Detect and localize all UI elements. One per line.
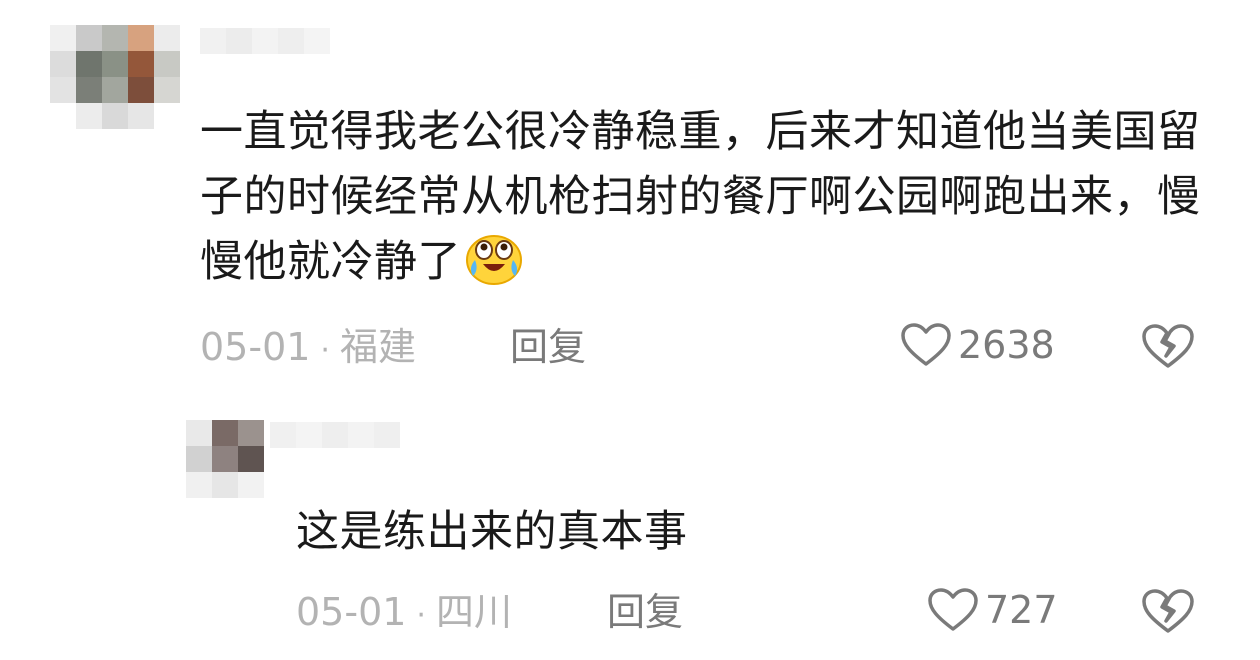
like-button[interactable]: 727 bbox=[927, 587, 1058, 633]
like-count: 727 bbox=[985, 588, 1058, 632]
heart-outline-icon bbox=[928, 588, 978, 631]
comment-date: 05-01 bbox=[296, 590, 407, 634]
reply-comment-item: 这是练出来的真本事 05-01 · 四川 回复 727 bbox=[0, 400, 1260, 660]
username-blurred[interactable] bbox=[200, 28, 360, 58]
avatar[interactable] bbox=[50, 25, 188, 130]
meta-separator: · bbox=[416, 598, 426, 633]
comment-date: 05-01 bbox=[200, 325, 311, 369]
reply-button[interactable]: 回复 bbox=[510, 325, 586, 369]
dislike-button[interactable] bbox=[1140, 322, 1196, 374]
meta-separator: · bbox=[320, 333, 330, 368]
comment-item: 一直觉得我老公很冷静稳重，后来才知道他当美国留子的时候经常从机枪扫射的餐厅啊公园… bbox=[0, 0, 1260, 400]
comment-text: 这是练出来的真本事 bbox=[296, 507, 688, 557]
comment-meta: 05-01 · 福建 bbox=[200, 325, 416, 373]
like-button[interactable]: 2638 bbox=[900, 322, 1055, 368]
username-blurred[interactable] bbox=[270, 422, 430, 452]
broken-heart-icon bbox=[1142, 324, 1194, 368]
dislike-button[interactable] bbox=[1140, 587, 1196, 639]
broken-heart-icon bbox=[1142, 589, 1194, 633]
comment-text: 一直觉得我老公很冷静稳重，后来才知道他当美国留子的时候经常从机枪扫射的餐厅啊公园… bbox=[200, 107, 1201, 287]
heart-outline-icon bbox=[901, 323, 951, 366]
comment-location: 四川 bbox=[435, 590, 512, 634]
like-count: 2638 bbox=[958, 323, 1055, 367]
comment-location: 福建 bbox=[339, 325, 416, 369]
avatar[interactable] bbox=[186, 420, 266, 500]
comment-meta: 05-01 · 四川 bbox=[296, 590, 512, 638]
laugh-cry-icon bbox=[465, 230, 523, 286]
reply-button[interactable]: 回复 bbox=[607, 590, 683, 634]
